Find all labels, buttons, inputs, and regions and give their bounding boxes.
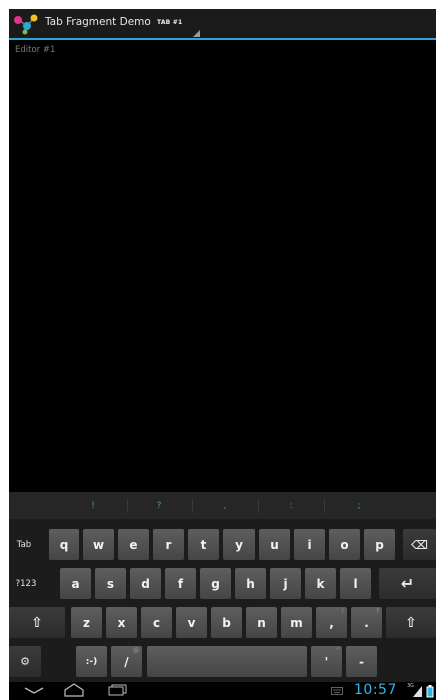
space-key[interactable] — [147, 646, 307, 677]
key-period[interactable]: . ? — [351, 607, 382, 638]
key-h[interactable]: h — [235, 568, 266, 599]
soft-keyboard: ! ? , : ; Tab q w e r t y u i o p ⌫ ?123… — [9, 492, 436, 682]
key-q[interactable]: q — [49, 529, 79, 560]
navigation-bar: 10:57 3G — [9, 682, 436, 700]
tab-label: TAB #1 — [157, 19, 183, 26]
key-comma[interactable]: , ! — [316, 607, 347, 638]
tab-key[interactable]: Tab — [9, 529, 39, 560]
editor-field[interactable]: Editor #1 — [9, 40, 436, 492]
slash-label: / — [124, 654, 129, 669]
key-hint: ! — [341, 608, 344, 615]
enter-key[interactable]: ↵ — [379, 568, 436, 599]
key-p[interactable]: p — [364, 529, 395, 560]
suggestion-divider — [324, 499, 325, 513]
key-j[interactable]: j — [270, 568, 301, 599]
suggestion-item[interactable]: ; — [327, 492, 391, 519]
clock: 10:57 — [354, 682, 397, 698]
symbols-key[interactable]: ?123 — [9, 568, 43, 599]
key-w[interactable]: w — [83, 529, 114, 560]
key-v[interactable]: v — [176, 607, 207, 638]
spinner-arrow-icon — [193, 30, 200, 37]
app-icon[interactable] — [13, 13, 39, 35]
settings-key[interactable]: ⚙ — [9, 646, 41, 677]
period-label: . — [364, 615, 369, 630]
suggestion-item[interactable]: ! — [61, 492, 125, 519]
keyboard-icon — [331, 687, 343, 695]
apostrophe-key[interactable]: ' " — [311, 646, 342, 677]
back-icon[interactable] — [23, 685, 45, 695]
key-g[interactable]: g — [200, 568, 231, 599]
apostrophe-label: ' — [324, 654, 329, 669]
signal-icon — [413, 686, 422, 697]
shift-left-key[interactable]: ⇧ — [9, 607, 65, 638]
backspace-icon: ⌫ — [411, 537, 428, 552]
suggestion-item[interactable]: , — [193, 492, 257, 519]
key-a[interactable]: a — [60, 568, 91, 599]
key-hint: ? — [375, 608, 379, 615]
key-x[interactable]: x — [106, 607, 137, 638]
key-d[interactable]: d — [130, 568, 161, 599]
key-hint: @ — [133, 647, 139, 654]
suggestion-item[interactable]: : — [259, 492, 323, 519]
key-b[interactable]: b — [211, 607, 242, 638]
dash-key[interactable]: - — [346, 646, 377, 677]
home-icon[interactable] — [63, 683, 85, 697]
backspace-key[interactable]: ⌫ — [403, 529, 436, 560]
key-f[interactable]: f — [165, 568, 196, 599]
editor-placeholder: Editor #1 — [15, 45, 56, 55]
shift-right-key[interactable]: ⇧ — [386, 607, 436, 638]
key-n[interactable]: n — [246, 607, 277, 638]
key-y[interactable]: y — [223, 529, 255, 560]
device-screen: Tab Fragment Demo TAB #1 Editor #1 ! ? ,… — [9, 9, 436, 700]
key-o[interactable]: o — [329, 529, 360, 560]
key-u[interactable]: u — [259, 529, 290, 560]
key-r[interactable]: r — [153, 529, 184, 560]
enter-icon: ↵ — [400, 574, 415, 593]
comma-label: , — [329, 615, 334, 630]
tab-spinner[interactable]: TAB #1 — [156, 19, 200, 37]
battery-icon — [426, 685, 434, 698]
key-z[interactable]: z — [71, 607, 102, 638]
emoticon-key[interactable]: :-) — [76, 646, 107, 677]
recent-apps-icon[interactable] — [108, 684, 128, 696]
key-k[interactable]: k — [305, 568, 336, 599]
settings-icon: ⚙ — [20, 655, 30, 668]
key-c[interactable]: c — [141, 607, 172, 638]
key-m[interactable]: m — [281, 607, 312, 638]
key-i[interactable]: i — [294, 529, 325, 560]
slash-key[interactable]: / @ — [111, 646, 142, 677]
key-t[interactable]: t — [188, 529, 219, 560]
suggestion-item[interactable]: ? — [127, 492, 191, 519]
app-title: Tab Fragment Demo — [45, 16, 151, 28]
shift-icon: ⇧ — [31, 614, 43, 631]
action-bar: Tab Fragment Demo TAB #1 — [9, 9, 436, 40]
key-s[interactable]: s — [95, 568, 126, 599]
key-l[interactable]: l — [340, 568, 371, 599]
key-e[interactable]: e — [118, 529, 149, 560]
shift-icon: ⇧ — [405, 614, 417, 631]
key-hint: " — [336, 647, 339, 654]
suggestion-strip: ! ? , : ; — [9, 492, 436, 519]
